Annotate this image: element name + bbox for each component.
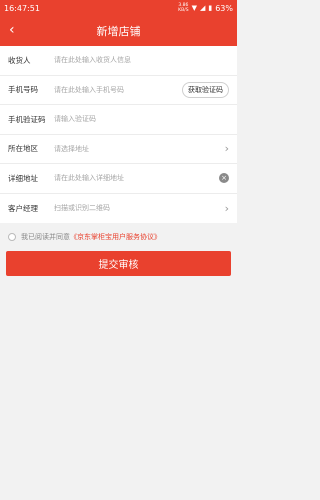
chevron-right-icon: › — [224, 142, 229, 156]
code-input[interactable] — [54, 115, 229, 124]
agreement: 我已阅读并同意 《京东掌柜宝用户服务协议》 — [8, 232, 161, 242]
chevron-right-icon: › — [224, 201, 229, 215]
signal-icon: ◢ — [199, 4, 206, 12]
get-code-button[interactable]: 获取验证码 — [182, 81, 229, 98]
agreement-prefix: 我已阅读并同意 — [21, 233, 70, 241]
network-speed: 3.86 KB/S — [178, 3, 188, 13]
status-time: 16:47:51 — [4, 3, 40, 13]
clear-icon[interactable]: × — [219, 173, 229, 184]
store-form: 收货人 手机号码 获取验证码 手机验证码 所在地区 请选择地址 › 详细地址 ×… — [0, 46, 237, 223]
address-input[interactable] — [54, 174, 219, 183]
network-speed-unit: KB/S — [178, 8, 189, 13]
region-label: 所在地区 — [8, 144, 38, 154]
wifi-icon: ▼ — [191, 4, 197, 12]
page-title: 新增店铺 — [96, 25, 141, 38]
back-arrow-icon[interactable]: ‹ — [9, 22, 15, 38]
code-row: 手机验证码 — [0, 105, 237, 135]
nav-bar: ‹ 新增店铺 — [0, 16, 237, 46]
region-select[interactable]: 请选择地址 — [54, 144, 225, 154]
region-row[interactable]: 所在地区 请选择地址 › — [0, 135, 237, 164]
receiver-row: 收货人 — [0, 46, 237, 76]
battery-percent: 63% — [215, 3, 233, 13]
manager-row[interactable]: 客户经理 扫描或识别二维码 › — [0, 194, 237, 224]
phone-label: 手机号码 — [8, 85, 38, 95]
phone-input[interactable] — [54, 85, 182, 94]
manager-label: 客户经理 — [8, 203, 38, 213]
agreement-link[interactable]: 《京东掌柜宝用户服务协议》 — [70, 232, 161, 242]
receiver-label: 收货人 — [8, 55, 31, 65]
status-icons: 3.86 KB/S ▼ ◢ ▮ 63% — [178, 3, 233, 13]
address-label: 详细地址 — [8, 173, 38, 183]
agreement-radio[interactable] — [8, 233, 16, 241]
submit-button[interactable]: 提交审核 — [6, 251, 231, 276]
address-row: 详细地址 × — [0, 164, 237, 194]
manager-scan[interactable]: 扫描或识别二维码 — [54, 203, 225, 213]
status-bar: 16:47:51 3.86 KB/S ▼ ◢ ▮ 63% — [0, 0, 237, 16]
receiver-input[interactable] — [54, 56, 229, 65]
code-label: 手机验证码 — [8, 114, 46, 124]
battery-icon: ▮ — [208, 4, 213, 12]
phone-row: 手机号码 获取验证码 — [0, 76, 237, 105]
